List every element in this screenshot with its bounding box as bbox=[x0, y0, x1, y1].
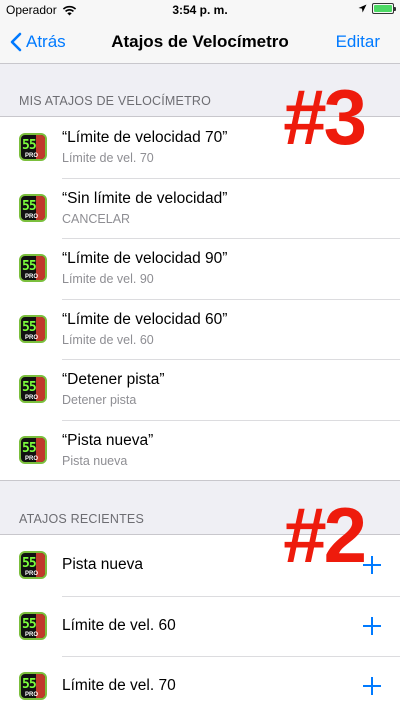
list-item[interactable]: 55 PRO “Límite de velocidad 90” Límite de … bbox=[0, 238, 400, 299]
my-shortcuts-list: 55 PRO “Límite de velocidad 70” Límite de … bbox=[0, 116, 400, 481]
speedometer-app-icon: 55 PRO bbox=[19, 254, 47, 283]
recent-shortcut-label: Límite de vel. 70 bbox=[62, 677, 176, 695]
shortcut-phrase: “Detener pista” bbox=[62, 371, 165, 389]
list-item[interactable]: 55 PRO Límite de vel. 60 bbox=[0, 595, 400, 657]
status-time: 3:54 p. m. bbox=[172, 3, 228, 17]
shortcut-phrase: “Sin límite de velocidad” bbox=[62, 189, 228, 207]
list-item[interactable]: 55 PRO “Detener pista” Detener pista bbox=[0, 359, 400, 420]
shortcut-action: Detener pista bbox=[62, 393, 137, 408]
speedometer-app-icon: 55 PRO bbox=[19, 314, 47, 343]
shortcut-action: Pista nueva bbox=[62, 453, 128, 468]
recent-shortcut-label: Pista nueva bbox=[62, 556, 143, 574]
shortcut-phrase: “Límite de velocidad 90” bbox=[62, 250, 228, 268]
navigation-bar: Atrás Atajos de Velocímetro Editar bbox=[0, 20, 400, 64]
battery-icon bbox=[372, 3, 396, 14]
speedometer-app-icon: 55 PRO bbox=[19, 375, 47, 404]
status-right bbox=[358, 3, 396, 14]
list-item[interactable]: 55 PRO “Sin límite de velocidad” CANCELAR bbox=[0, 177, 400, 239]
list-item[interactable]: 55 PRO “Límite de velocidad 60” Límite de … bbox=[0, 298, 400, 360]
shortcut-phrase: “Límite de velocidad 60” bbox=[62, 310, 228, 328]
shortcut-phrase: “Límite de velocidad 70” bbox=[62, 129, 228, 147]
location-arrow-icon bbox=[358, 4, 367, 13]
speedometer-app-icon: 55 PRO bbox=[19, 133, 47, 162]
shortcut-action: Límite de vel. 70 bbox=[62, 151, 154, 166]
speedometer-app-icon: 55 PRO bbox=[19, 611, 47, 640]
status-bar: Operador 3:54 p. m. bbox=[0, 0, 400, 20]
add-shortcut-button[interactable] bbox=[362, 555, 382, 575]
annotation-number-3: #3 bbox=[283, 73, 367, 161]
speedometer-app-icon: 55 PRO bbox=[19, 435, 47, 464]
list-item[interactable]: 55 PRO “Pista nueva” Pista nueva bbox=[0, 419, 400, 481]
shortcut-phrase: “Pista nueva” bbox=[62, 431, 154, 449]
speedometer-app-icon: 55 PRO bbox=[19, 672, 47, 701]
add-shortcut-button[interactable] bbox=[362, 616, 382, 636]
speedometer-app-icon: 55 PRO bbox=[19, 193, 47, 222]
shortcut-action: CANCELAR bbox=[62, 211, 131, 226]
shortcut-action: Límite de vel. 60 bbox=[62, 332, 154, 347]
shortcut-action: Límite de vel. 90 bbox=[62, 272, 154, 287]
recent-shortcut-label: Límite de vel. 60 bbox=[62, 616, 176, 634]
annotation-number-2: #2 bbox=[283, 491, 367, 579]
list-item[interactable]: 55 PRO Límite de vel. 70 bbox=[0, 656, 400, 711]
edit-button[interactable]: Editar bbox=[336, 20, 380, 64]
add-shortcut-button[interactable] bbox=[362, 676, 382, 696]
speedometer-app-icon: 55 PRO bbox=[19, 551, 47, 580]
